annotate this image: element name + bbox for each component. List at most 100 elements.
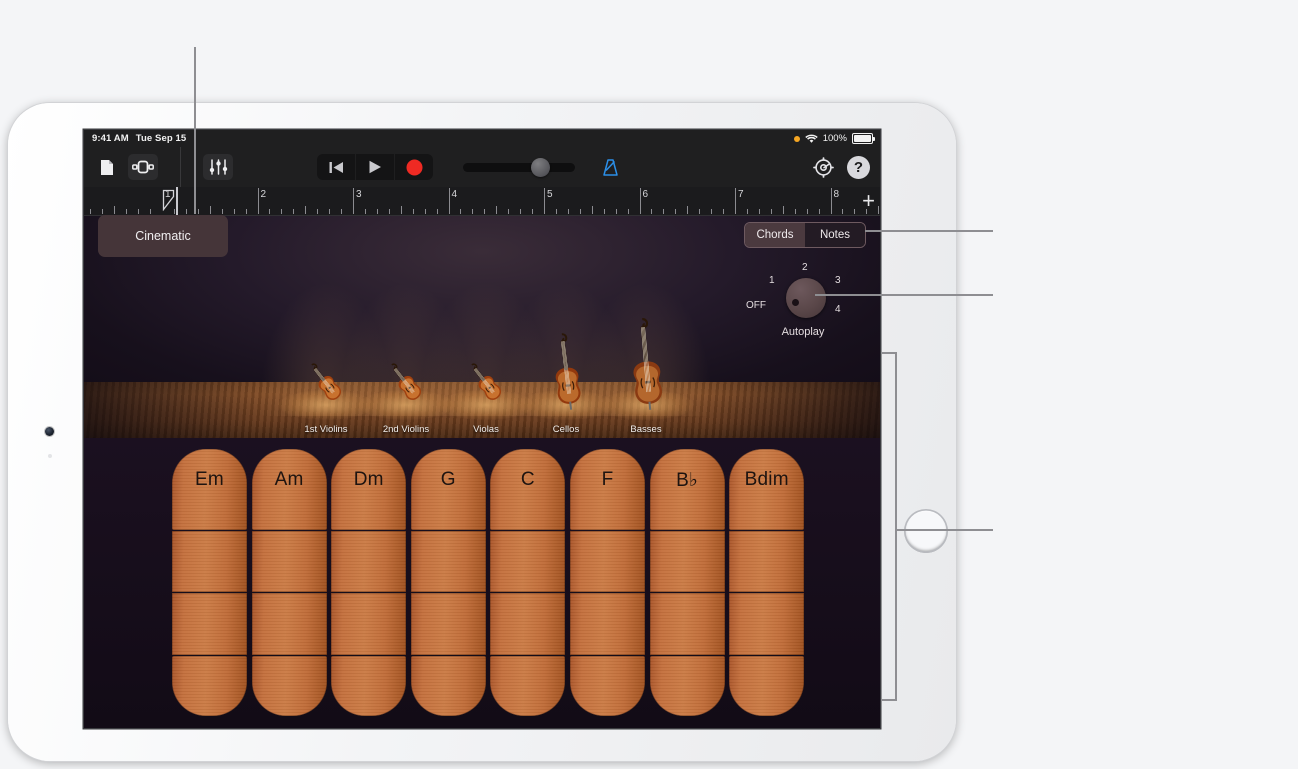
help-button[interactable]: ?: [847, 155, 870, 179]
chord-strip-segment[interactable]: [490, 593, 566, 655]
autoplay-label-off[interactable]: OFF: [746, 300, 766, 311]
autoplay-control[interactable]: OFF 1 2 3 4 Autoplay: [740, 256, 866, 344]
settings-button[interactable]: [808, 154, 838, 180]
chord-strip-segment[interactable]: [649, 531, 725, 592]
ruler-bar-line: [257, 188, 259, 214]
ruler-bar-number: 8: [833, 189, 840, 200]
chord-strip[interactable]: F: [570, 449, 645, 716]
chord-strip-segment[interactable]: [490, 656, 566, 716]
autoplay-knob[interactable]: [786, 278, 826, 318]
chord-name-label: B♭: [676, 470, 699, 491]
chord-strip-segment[interactable]: [410, 593, 486, 655]
toolbar-divider: [180, 147, 181, 187]
chord-strip[interactable]: C: [490, 449, 566, 716]
play-button[interactable]: [355, 154, 394, 180]
rewind-button[interactable]: [317, 154, 355, 180]
autoplay-label-3[interactable]: 3: [835, 275, 841, 286]
master-volume-slider[interactable]: [463, 157, 575, 177]
track-view-button[interactable]: [128, 154, 158, 180]
chord-strip-segment[interactable]: [251, 593, 327, 655]
callout-line-playhead: [194, 47, 196, 214]
chords-notes-switch[interactable]: Chords Notes: [744, 222, 866, 248]
chord-strip-segment[interactable]: [331, 531, 407, 592]
ruler-tick: [651, 209, 653, 214]
chord-strip-segment[interactable]: [331, 656, 407, 716]
chord-strip-segment[interactable]: [729, 656, 805, 716]
chord-strip-segment[interactable]: [649, 593, 725, 655]
ruler-bar-line: [353, 188, 354, 214]
add-section-button[interactable]: +: [862, 190, 875, 212]
ruler-tick: [245, 209, 247, 214]
chord-strip-segment[interactable]: [490, 531, 566, 592]
ruler-tick: [627, 209, 629, 214]
ruler-tick: [687, 206, 689, 214]
autoplay-label-1[interactable]: 1: [769, 275, 775, 286]
mixer-button[interactable]: [203, 154, 233, 180]
chord-strips-bracket-bottom: [882, 699, 897, 701]
ruler-tick: [591, 206, 593, 214]
chord-strip[interactable]: Dm: [331, 449, 407, 716]
chord-strip-segment[interactable]: [331, 593, 407, 655]
status-recording-dot-icon: [793, 135, 800, 142]
ruler-tick: [150, 209, 152, 214]
ruler-bar-number: 2: [260, 189, 267, 200]
ambient-sensor-icon: [48, 454, 52, 458]
ruler-tick: [281, 209, 283, 214]
chord-strip-segment[interactable]: [172, 656, 247, 716]
chord-strip[interactable]: B♭: [649, 449, 725, 716]
chord-strip-segment[interactable]: [570, 531, 645, 592]
chord-strips-bracket-top: [882, 352, 897, 354]
instrument-name-chip[interactable]: Cinematic: [98, 215, 228, 257]
ruler-bar-number: 5: [547, 189, 553, 200]
ruler-tick: [842, 209, 844, 214]
tab-chords[interactable]: Chords: [745, 223, 805, 247]
chord-strip-segment[interactable]: [570, 656, 645, 716]
chord-strip-segment[interactable]: [570, 593, 645, 655]
ruler-tick: [615, 209, 617, 214]
instrument-label: 1st Violins: [304, 424, 348, 435]
metronome-button[interactable]: [595, 154, 625, 180]
chord-strip-segment[interactable]: [729, 593, 805, 655]
ruler-tick: [412, 209, 414, 214]
play-icon: [369, 160, 381, 174]
chord-name-label: Bdim: [744, 469, 789, 490]
playhead[interactable]: [176, 187, 178, 215]
record-icon: [406, 159, 422, 175]
chord-strip-segment[interactable]: [251, 656, 327, 716]
chord-strip-segment[interactable]: [251, 531, 327, 592]
chord-strip[interactable]: Em: [172, 449, 247, 716]
ruler-tick: [424, 209, 426, 214]
ruler-tick: [341, 209, 343, 214]
chord-name-label: C: [520, 469, 535, 490]
rewind-to-start-icon: [329, 161, 343, 173]
chord-name-label: F: [601, 469, 614, 490]
record-button[interactable]: [394, 154, 433, 180]
chord-strip[interactable]: Bdim: [729, 449, 805, 716]
autoplay-label-2[interactable]: 2: [802, 262, 808, 273]
volume-slider-knob[interactable]: [531, 157, 550, 177]
battery-icon: [852, 133, 875, 144]
chord-strips-bracket-vertical: [895, 352, 897, 701]
timeline-ruler[interactable]: 12345678 +: [84, 187, 880, 216]
chord-strip-segment[interactable]: [649, 656, 725, 716]
chord-strip-segment[interactable]: [410, 656, 486, 716]
autoplay-label-4[interactable]: 4: [835, 304, 841, 315]
chord-strip-segment[interactable]: [172, 531, 247, 592]
ruler-tick: [197, 209, 199, 214]
ruler-tick: [269, 209, 271, 214]
chord-strip-segment[interactable]: [729, 531, 805, 592]
ruler-tick: [723, 209, 725, 214]
ruler-tick: [209, 206, 211, 214]
tab-notes[interactable]: Notes: [805, 223, 865, 247]
chord-strip[interactable]: Am: [251, 449, 327, 716]
ipad-device-frame: 9:41 AM Tue Sep 15 100% ? 1 2 3 4 5 6 7 …: [8, 103, 956, 761]
gear-icon: [812, 156, 834, 178]
chord-strip[interactable]: G: [410, 449, 486, 716]
chord-strip-segment[interactable]: [410, 531, 486, 592]
ruler-bar-number: 3: [356, 189, 362, 200]
home-button[interactable]: [904, 509, 948, 553]
ruler-tick: [496, 206, 498, 214]
document-icon: [101, 159, 113, 175]
my-songs-button[interactable]: [92, 154, 122, 180]
chord-strip-segment[interactable]: [172, 593, 247, 655]
